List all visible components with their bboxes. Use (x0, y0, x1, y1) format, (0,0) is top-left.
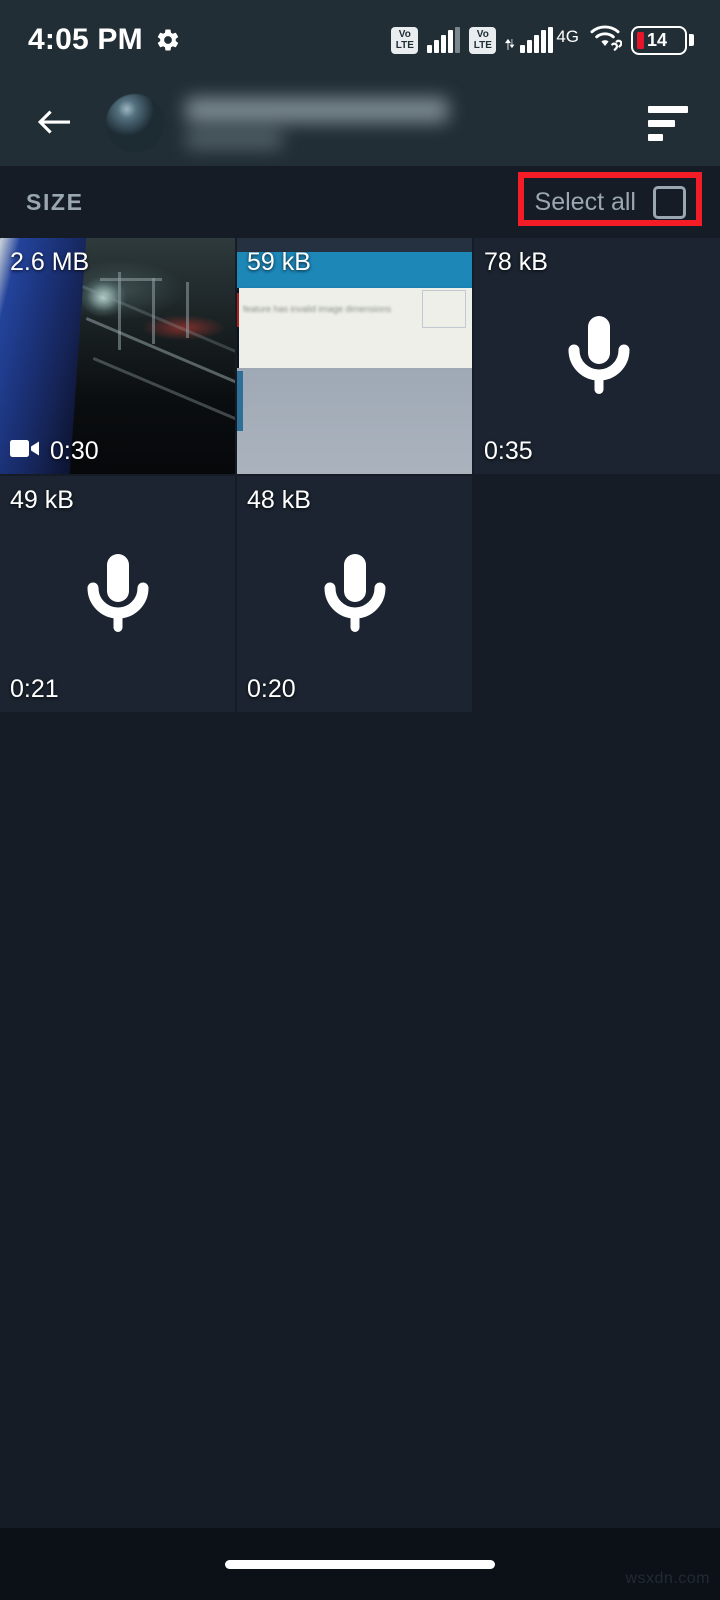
media-size-label: 59 kB (247, 248, 311, 276)
signal-bars-icon-sim1 (427, 27, 461, 53)
video-camera-icon (10, 437, 40, 466)
back-arrow-icon[interactable] (26, 97, 78, 149)
avatar[interactable] (106, 94, 164, 152)
battery-level: 14 (647, 29, 668, 50)
media-tile-audio[interactable]: 49 kB 0:21 (0, 476, 235, 712)
network-type-group: 4G (505, 27, 579, 53)
home-gesture-pill[interactable] (225, 1559, 495, 1569)
wifi-icon (588, 24, 623, 56)
media-size-label: 2.6 MB (10, 248, 90, 276)
gear-icon (155, 27, 181, 53)
media-size-label: 49 kB (10, 486, 74, 514)
media-duration-group: 0:30 (10, 437, 99, 466)
phone-screen: 4:05 PM Vo LTE Vo LTE 4G 14 SIZE Select … (0, 0, 720, 1600)
status-clock: 4:05 PM (28, 23, 143, 56)
section-label-size: SIZE (26, 188, 84, 215)
thumbnail-text: feature has invalid image dimensions (243, 304, 392, 314)
sort-icon[interactable] (640, 95, 696, 151)
data-arrows-icon (505, 38, 517, 52)
status-bar: 4:05 PM Vo LTE Vo LTE 4G 14 (0, 0, 720, 80)
battery-low-icon: 14 (631, 25, 694, 55)
status-bar-left: 4:05 PM (28, 23, 181, 57)
section-header: SIZE Select all (0, 166, 720, 238)
select-all-label: Select all (534, 187, 636, 216)
app-bar (0, 80, 720, 166)
media-tile-video[interactable]: 2.6 MB 0:30 (0, 238, 235, 474)
media-duration-label: 0:35 (484, 437, 533, 465)
volte-badge-sim2: Vo LTE (469, 26, 497, 54)
signal-bars-icon-sim2 (520, 27, 554, 53)
contact-title-block[interactable] (186, 98, 640, 148)
media-tile-audio[interactable]: 78 kB 0:35 (474, 238, 720, 474)
navigation-bar (0, 1528, 720, 1600)
select-all-control[interactable]: Select all (534, 185, 690, 219)
network-label: 4G (556, 27, 579, 46)
media-tile-audio[interactable]: 48 kB 0:20 (237, 476, 472, 712)
media-duration-label: 0:20 (247, 675, 296, 703)
media-size-label: 78 kB (484, 248, 548, 276)
status-bar-right: Vo LTE Vo LTE 4G 14 (391, 24, 694, 56)
watermark: wsxdn.com (625, 1570, 710, 1587)
media-size-label: 48 kB (247, 486, 311, 514)
media-duration-label: 0:30 (50, 437, 99, 465)
page-subtitle (186, 132, 282, 148)
page-title (186, 98, 448, 122)
media-duration-label: 0:21 (10, 675, 59, 703)
media-tile-image[interactable]: feature has invalid image dimensions 59 … (237, 238, 472, 474)
volte-badge-sim1: Vo LTE (391, 26, 419, 54)
select-all-checkbox[interactable] (653, 185, 686, 219)
